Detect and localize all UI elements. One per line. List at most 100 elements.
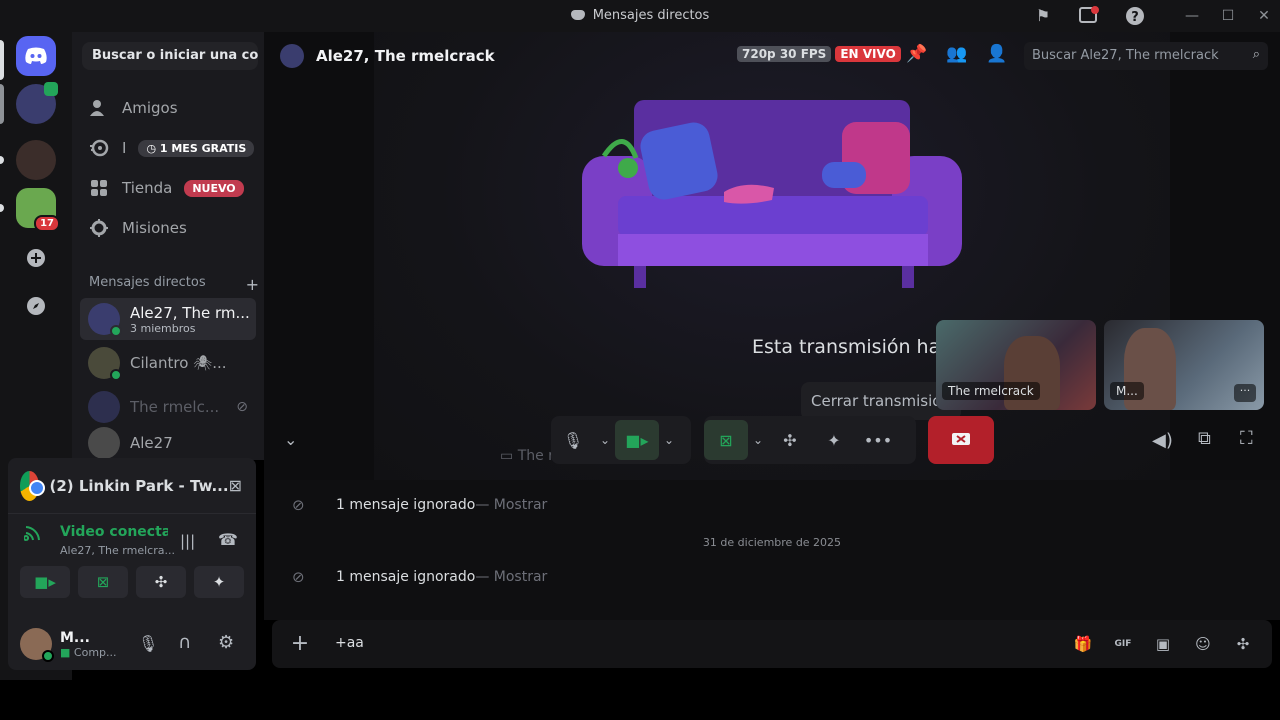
message-input[interactable]: +aa: [335, 635, 364, 651]
emoji-icon[interactable]: ☺: [1191, 632, 1215, 656]
server-avatar-1[interactable]: [16, 140, 56, 180]
pin-icon[interactable]: 📌: [906, 44, 927, 64]
attach-plus-icon[interactable]: +: [288, 632, 312, 656]
chat-header: Ale27, The rmelcrack 720p 30 FPS EN VIVO…: [264, 32, 1280, 80]
help-icon[interactable]: ?: [1124, 6, 1146, 26]
fullscreen-icon[interactable]: ⛶: [1240, 428, 1253, 449]
nitro-icon: [88, 137, 110, 159]
volume-icon[interactable]: ◀): [1152, 430, 1173, 451]
noise-suppression-icon[interactable]: |||: [180, 532, 195, 550]
avatar: [88, 347, 122, 381]
inbox-icon[interactable]: [1078, 6, 1100, 26]
nav-shop[interactable]: Tienda NUEVO: [82, 170, 258, 206]
show-link[interactable]: — Mostrar: [475, 569, 547, 585]
activities-button[interactable]: ✣: [768, 420, 812, 460]
connection-signal-icon[interactable]: [23, 522, 48, 546]
create-dm-plus-icon[interactable]: +: [246, 275, 259, 294]
minimize-button[interactable]: —: [1182, 6, 1202, 26]
flag-icon[interactable]: ⚑: [1032, 6, 1054, 26]
new-badge: NUEVO: [184, 179, 244, 197]
find-conversation-button[interactable]: Buscar o iniciar una co...: [82, 42, 258, 70]
mute-mic-icon[interactable]: 🎙: [138, 634, 158, 653]
dm-item-group[interactable]: Ale27, The rm... 3 miembros: [80, 298, 256, 340]
dm-item-ale27[interactable]: Ale27: [80, 426, 256, 460]
dm-item-cilantro[interactable]: Cilantro 🕷...: [80, 342, 256, 384]
ignored-eye-icon: ⊘: [292, 568, 305, 586]
activities-icon: ✣: [154, 573, 168, 591]
friends-icon: [88, 97, 110, 119]
bottom-bar: [0, 680, 1280, 720]
voice-channel[interactable]: Ale27, The rmelcra...: [60, 544, 175, 557]
group-avatar: [280, 44, 304, 68]
ignored-message: ⊘ 1 mensaje ignorado — Mostrar: [292, 496, 548, 514]
camera-button[interactable]: ■▸: [20, 566, 70, 598]
discover-button[interactable]: [16, 286, 56, 326]
discord-icon: [25, 47, 47, 64]
participant-tile[interactable]: M... ···: [1104, 320, 1264, 410]
show-link[interactable]: — Mostrar: [475, 497, 547, 513]
camera-options-chevron-icon[interactable]: ⌄: [659, 420, 679, 460]
popout-icon[interactable]: ⧉: [1198, 428, 1211, 449]
nav-quests[interactable]: Misiones: [82, 210, 258, 246]
plus-icon: [27, 249, 45, 267]
apps-icon[interactable]: ✣: [1231, 632, 1255, 656]
notification-badge: 17: [34, 215, 60, 232]
disconnect-icon[interactable]: ☎: [218, 530, 238, 549]
avatar[interactable]: [20, 628, 54, 662]
compass-icon: [27, 297, 45, 315]
dm-item-rmelcrack[interactable]: The rmelc... ⊘: [80, 386, 256, 428]
participant-name: The rmelcrack: [942, 382, 1040, 400]
sticker-icon[interactable]: ▣: [1151, 632, 1175, 656]
activity-controls: ⊠ ⌄ ✣ ✦ •••: [704, 416, 916, 464]
camera-toggle-button[interactable]: ■▸: [615, 420, 659, 460]
close-window-button[interactable]: ✕: [1254, 6, 1274, 26]
stop-stream-icon[interactable]: ⊠: [229, 476, 242, 495]
gift-icon[interactable]: 🎁: [1071, 632, 1095, 656]
screen-share-options-chevron-icon[interactable]: ⌄: [748, 420, 768, 460]
member-list-icon[interactable]: 👤: [986, 44, 1007, 64]
live-icon: [44, 82, 58, 96]
quests-icon: [88, 217, 110, 239]
activities-button[interactable]: ✣: [136, 566, 186, 598]
search-icon: ⌕: [1252, 47, 1260, 62]
participant-tile[interactable]: The rmelcrack: [936, 320, 1096, 410]
mic-button[interactable]: 🎙: [551, 420, 595, 460]
more-options-button[interactable]: •••: [856, 420, 900, 460]
screen-share-icon: ⊠: [719, 430, 733, 450]
home-button[interactable]: [16, 36, 56, 76]
search-input[interactable]: Buscar Ale27, The rmelcrack ⌕: [1024, 42, 1268, 70]
dm-section-header: Mensajes directos +: [89, 275, 259, 294]
tile-more-icon[interactable]: ···: [1234, 384, 1256, 402]
settings-gear-icon[interactable]: ⚙: [218, 632, 234, 653]
stream-stage: Esta transmisión ha finalizado. Cerrar t…: [374, 32, 1170, 480]
collapse-chevron-icon[interactable]: ⌄: [284, 430, 297, 449]
server-avatar-2[interactable]: 17: [16, 188, 60, 232]
voice-status: Video conectad: [60, 524, 168, 540]
mic-icon: 🎙: [562, 430, 584, 450]
avatar: [88, 427, 120, 459]
deafen-headphones-icon[interactable]: ∩: [178, 632, 191, 653]
more-icon: •••: [863, 430, 893, 450]
ignored-eye-icon: ⊘: [236, 399, 248, 415]
title-bar: Mensajes directos ⚑ ? — ☐ ✕: [0, 0, 1280, 32]
svg-text:?: ?: [1131, 10, 1139, 25]
soundboard-button[interactable]: ✦: [812, 420, 856, 460]
add-friend-icon[interactable]: 👥: [946, 44, 967, 64]
nav-friends[interactable]: Amigos: [82, 90, 258, 126]
screen-share-button[interactable]: ⊠: [78, 566, 128, 598]
gif-icon[interactable]: GIF: [1111, 632, 1135, 656]
quality-badge: 720p 30 FPS: [737, 46, 832, 62]
group-dm-avatar[interactable]: [16, 82, 58, 124]
screen-icon: ▭: [500, 448, 518, 464]
maximize-button[interactable]: ☐: [1218, 6, 1238, 26]
nav-nitro[interactable]: I ◷ 1 MES GRATIS: [82, 130, 258, 166]
user-status: Comp...: [73, 645, 117, 659]
screen-share-icon: ⊠: [96, 573, 110, 591]
disconnect-call-button[interactable]: [928, 416, 994, 464]
shop-icon: [88, 177, 110, 199]
soundboard-button[interactable]: ✦: [194, 566, 244, 598]
mic-options-chevron-icon[interactable]: ⌄: [595, 420, 615, 460]
selected-pill: [0, 40, 4, 80]
add-server-button[interactable]: [16, 238, 56, 278]
screen-share-toggle[interactable]: ⊠: [704, 420, 748, 460]
